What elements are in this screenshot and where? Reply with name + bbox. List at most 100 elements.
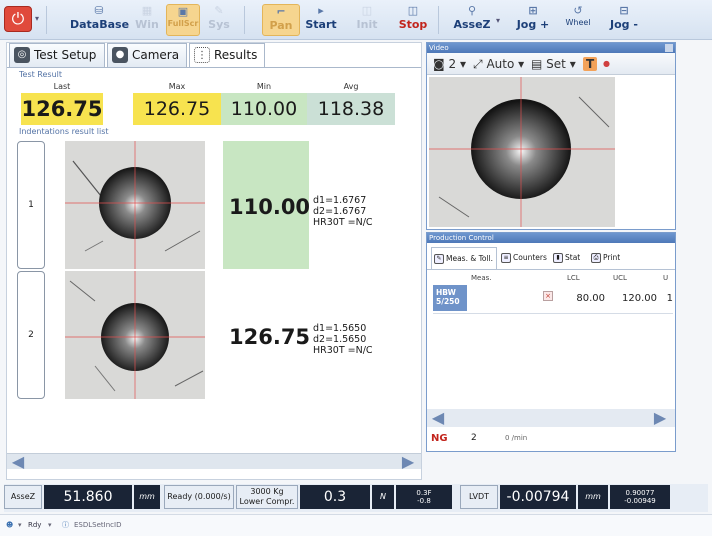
tab-results[interactable]: ⋮ Results (189, 43, 265, 68)
position-unit: mm (134, 485, 160, 509)
jog-plus-button[interactable]: ⊞ Jog + (512, 4, 554, 36)
production-title: Production Control (427, 233, 675, 243)
power-button[interactable]: ⏻ (4, 6, 32, 32)
u-value: 1 (666, 293, 673, 304)
indentation-index-2[interactable]: 2 (17, 271, 45, 399)
tab-meas-toll[interactable]: ✎ Meas. & Toll. (431, 247, 497, 269)
power-dropdown-icon[interactable]: ▾ (35, 14, 39, 23)
indentations-title: Indentations result list (19, 127, 109, 136)
indentation-image-2 (65, 271, 205, 399)
indentation-details-2: d1=1.5650 d2=1.5650 HR30T =N/C (313, 323, 373, 356)
indentation-micrograph-2 (65, 271, 205, 399)
indentation-details-1: d1=1.6767 d2=1.6767 HR30T =N/C (313, 195, 373, 228)
database-button[interactable]: ⛁ DataBase (70, 4, 129, 36)
sys-button[interactable]: ✎ Sys (204, 4, 234, 36)
min-label: Min (256, 82, 272, 91)
jog-minus-button[interactable]: ⊟ Jog - (604, 4, 644, 36)
jog-down-icon: ⊟ (619, 4, 629, 17)
t-button[interactable]: T (583, 57, 598, 71)
assez-dropdown-icon[interactable]: ▾ (496, 16, 500, 25)
row-divider (433, 313, 673, 314)
indentation-micrograph-1 (65, 141, 205, 269)
results-panel: ◎ Test Setup ● Camera ⋮ Results Test Result… (6, 42, 422, 480)
win-button[interactable]: ▦ Win (132, 4, 162, 36)
results-icon: ⋮ (194, 47, 210, 63)
indentation-value-2: 126.75 (229, 325, 311, 349)
set-button[interactable]: ▤ Set ▾ (531, 57, 576, 71)
tab-counters[interactable]: ≡ Counters (499, 247, 549, 269)
status-strip: AsseZ 51.860 mm Ready (0.000/s) 3000 Kg … (4, 484, 708, 512)
info-icon: ⓘ (62, 521, 69, 529)
lcl-value: 80.00 (576, 293, 605, 304)
lvdt-label: LVDT (460, 485, 498, 509)
avg-label: Avg (343, 82, 359, 91)
auto-button[interactable]: ⤢ Auto ▾ (473, 57, 524, 72)
prod-scroll-right-icon[interactable]: ▶ (653, 410, 667, 426)
power-icon: ⏻ (11, 9, 25, 28)
axis-label: AsseZ (4, 485, 42, 509)
tab-camera[interactable]: ● Camera (107, 43, 187, 67)
user-icon[interactable]: ☻ (6, 519, 13, 531)
camera-icon: ● (112, 47, 128, 63)
fullscreen-icon: ▣ (177, 5, 189, 18)
status-message: ESDLSetIncID (74, 521, 122, 529)
fullscr-button[interactable]: ▣ FullScr (166, 4, 200, 36)
camera-select-icon: ◙ (433, 57, 445, 71)
play-icon: ▸ (318, 4, 324, 17)
indentation-value-1: 110.00 (229, 195, 311, 219)
wheel-button[interactable]: ↺ Wheel (560, 4, 596, 36)
start-button[interactable]: ▸ Start (304, 4, 338, 36)
camera-setup-icon: ◎ (14, 47, 30, 63)
live-video-view[interactable] (429, 77, 615, 227)
scroll-left-icon[interactable]: ◀ (11, 454, 25, 470)
tab-print[interactable]: ⎙ Print (589, 247, 625, 269)
force-unit: N (372, 485, 394, 509)
pan-button[interactable]: ⌐ Pan (262, 4, 300, 36)
window-icon: ▦ (141, 4, 153, 17)
u-header: U (663, 274, 669, 282)
production-rate: 0 /min (505, 434, 528, 442)
prod-scrollbar[interactable]: ◀ ▶ (427, 409, 675, 427)
indentation-index-1[interactable]: 1 (17, 141, 45, 269)
pan-icon: ⌐ (276, 5, 286, 18)
print-icon: ⎙ (591, 253, 601, 263)
lcl-header: LCL (567, 274, 580, 282)
camera-select[interactable]: ◙ 2 ▾ (433, 57, 466, 71)
video-close-icon[interactable] (665, 44, 673, 52)
set-icon: ▤ (531, 57, 543, 71)
wrench-icon: ✎ (214, 4, 224, 17)
horizontal-scrollbar[interactable]: ◀ ▶ (7, 453, 421, 470)
scroll-right-icon[interactable]: ▶ (401, 454, 415, 470)
live-micrograph (429, 77, 615, 227)
ng-count: 2 (471, 433, 477, 443)
meas-header: Meas. (471, 274, 492, 282)
toggle-icon[interactable]: × (543, 291, 553, 301)
tab-stat[interactable]: ▮ Stat (551, 247, 587, 269)
lvdt-unit: mm (578, 485, 608, 509)
init-button[interactable]: ◫ Init (352, 4, 382, 36)
assez-button[interactable]: ⚲ AsseZ (452, 4, 492, 36)
database-icon: ⛁ (94, 4, 104, 17)
test-result-title: Test Result (19, 70, 63, 79)
record-icon[interactable]: ● (603, 59, 610, 68)
stat-icon: ▮ (553, 253, 563, 263)
video-panel: Video ◙ 2 ▾ ⤢ Auto ▾ ▤ Set ▾ T ● (426, 42, 676, 230)
stop-button[interactable]: ◫ Stop (396, 4, 430, 36)
video-title: Video (427, 43, 675, 53)
wheel-icon: ↺ (573, 4, 583, 17)
prod-scroll-left-icon[interactable]: ◀ (431, 410, 445, 426)
rdy-dropdown-icon[interactable]: ▾ (48, 519, 52, 531)
hbw-row-name[interactable]: HBW 5/250 (433, 285, 467, 311)
user-dropdown-icon[interactable]: ▾ (18, 519, 22, 531)
tab-divider (427, 269, 675, 270)
axis-icon: ⚲ (467, 4, 477, 17)
ucl-value: 120.00 (622, 293, 657, 304)
ready-status: Ready (0.000/s) (164, 485, 234, 509)
max-label: Max (168, 82, 186, 91)
indentation-image-1 (65, 141, 205, 269)
toolbar-separator (438, 6, 439, 34)
force-value: 0.3 (300, 485, 370, 509)
lvdt-value: -0.00794 (500, 485, 576, 509)
tab-test-setup[interactable]: ◎ Test Setup (9, 43, 105, 67)
auto-icon: ⤢ (473, 57, 483, 71)
